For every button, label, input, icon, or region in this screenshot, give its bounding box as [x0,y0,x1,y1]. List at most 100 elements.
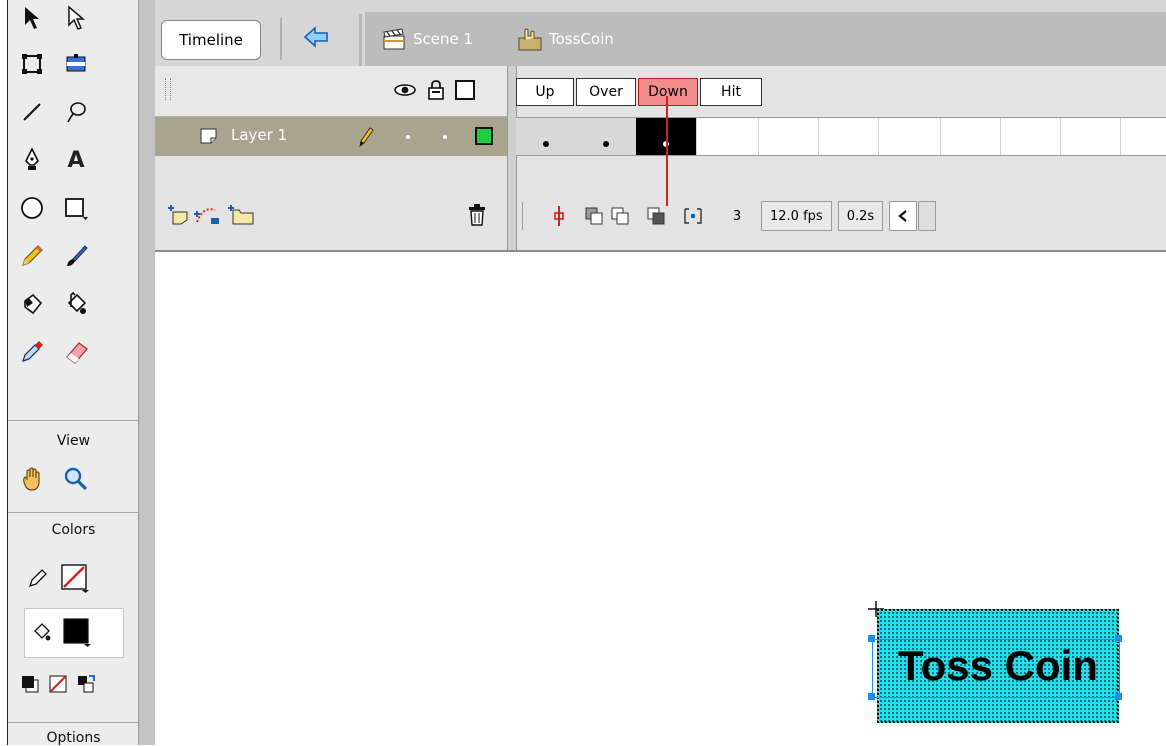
layer-lock-dot[interactable] [443,135,447,139]
no-color-icon [49,675,67,693]
ink-bottle-tool[interactable] [12,286,52,322]
frame-cell[interactable] [818,118,879,155]
circle-icon [21,197,43,219]
subselection-tool[interactable] [56,0,96,36]
colors-section-label: Colors [51,522,96,538]
rectangle-tool[interactable] [56,190,96,226]
frame-area: Up Over Down Hit 3 12.0 fps 0.2s [516,66,1166,250]
frame-cell[interactable] [1000,118,1061,155]
stage: Toss Coin [155,252,1166,745]
layer-visibility-dot[interactable] [406,135,410,139]
swap-colors-icon [78,675,95,693]
playhead[interactable] [666,96,668,206]
frame-labels: Up Over Down Hit [516,78,1166,108]
text-bounding-handle[interactable] [1115,693,1122,700]
stroke-color-swatch[interactable] [58,560,92,596]
hand-tool[interactable] [12,461,52,497]
brush-tool[interactable] [56,238,96,274]
lasso-icon [67,102,86,123]
layer-row[interactable]: Layer 1 [155,117,507,156]
breadcrumb-symbol[interactable]: TossCoin [517,12,614,66]
no-color-button[interactable] [44,666,72,702]
keyframe-dot [543,141,549,147]
default-colors-icon [22,676,39,693]
text-bounding-handle[interactable] [868,635,875,642]
ink-bottle-icon [24,293,43,315]
line-tool[interactable] [12,94,52,130]
edit-bar: Timeline Scene 1 TossCoin [155,0,1166,66]
keyframe-up[interactable] [516,118,577,155]
swap-colors-button[interactable] [72,666,100,702]
frame-cell[interactable] [758,118,819,155]
frame-label-up[interactable]: Up [516,78,574,106]
brush-icon [67,245,88,266]
chevron-left-icon [898,210,907,222]
toss-coin-button-shape[interactable]: Toss Coin [877,609,1119,723]
add-motion-guide-button[interactable] [193,204,221,230]
hand-icon [23,467,40,491]
modify-onion-markers-button[interactable] [681,202,705,230]
frame-cell-hit[interactable] [696,118,759,155]
onion-skin-outlines-button[interactable] [609,202,633,230]
layer-outline-color[interactable] [475,127,493,145]
timeline-status-bar: 3 12.0 fps 0.2s [516,196,1166,236]
delete-layer-button[interactable] [467,203,487,231]
layer-list-header [155,66,507,117]
edit-multiple-frames-button[interactable] [645,202,669,230]
text-bounding-handle[interactable] [1115,635,1122,642]
onion-skin-button[interactable] [583,202,607,230]
eyedropper-tool[interactable] [12,334,52,370]
timeline-scrollbar-thumb[interactable] [918,201,937,231]
onion-skin-icon [585,207,603,225]
zoom-tool[interactable] [56,461,96,497]
pencil-tool[interactable] [12,238,52,274]
keyframe-over[interactable] [576,118,637,155]
free-transform-tool[interactable] [12,46,52,82]
frame-cell[interactable] [1120,118,1166,155]
back-button[interactable] [301,24,331,50]
center-frame-button[interactable] [549,202,569,230]
no-color-swatch-icon [61,564,89,593]
tools-divider [8,512,139,513]
eraser-tool[interactable] [56,334,96,370]
breadcrumb-separator [359,14,362,66]
status-bar-separator [522,202,537,230]
oval-tool[interactable] [12,190,52,226]
lasso-tool[interactable] [56,94,96,130]
frame-label-down[interactable]: Down [638,78,698,106]
insert-layer-folder-button[interactable] [227,204,255,230]
layer-list: Layer 1 [155,66,507,250]
pencil-icon [359,127,374,148]
text-bounding-handle[interactable] [868,693,875,700]
paint-bucket-tool[interactable] [56,286,96,322]
fill-color-swatch[interactable] [60,614,94,650]
center-frame-icon [554,206,564,226]
selection-tool[interactable] [12,0,52,36]
show-hide-all-layers[interactable] [393,81,417,103]
default-colors-button[interactable] [16,666,44,702]
frame-cell[interactable] [1060,118,1121,155]
trash-icon [469,204,485,226]
magnifier-icon [64,467,88,491]
layer-edit-icon [357,126,375,152]
timeline-toggle-button[interactable]: Timeline [161,20,261,60]
frame-cell[interactable] [940,118,1001,155]
pen-tool[interactable] [12,142,52,178]
breadcrumb-scene[interactable]: Scene 1 [381,12,473,66]
frame-label-hit[interactable]: Hit [700,78,762,106]
frame-cell[interactable] [878,118,941,155]
breadcrumb: Scene 1 TossCoin [365,12,1166,66]
edit-multiple-frames-icon [647,207,665,225]
hollow-arrow-icon [68,5,86,30]
show-all-layers-as-outlines[interactable] [455,80,475,100]
frame-label-over[interactable]: Over [576,78,636,106]
panel-gripper[interactable] [165,78,171,100]
breadcrumb-scene-label: Scene 1 [413,30,474,48]
scroll-left-button[interactable] [889,201,918,231]
insert-layer-button[interactable] [167,204,189,230]
eraser-icon [66,342,88,364]
text-tool[interactable]: A [56,142,96,178]
frame-rate-readout[interactable]: 12.0 fps [761,201,832,231]
lock-unlock-all-layers[interactable] [427,79,445,105]
gradient-transform-tool[interactable] [56,46,96,82]
